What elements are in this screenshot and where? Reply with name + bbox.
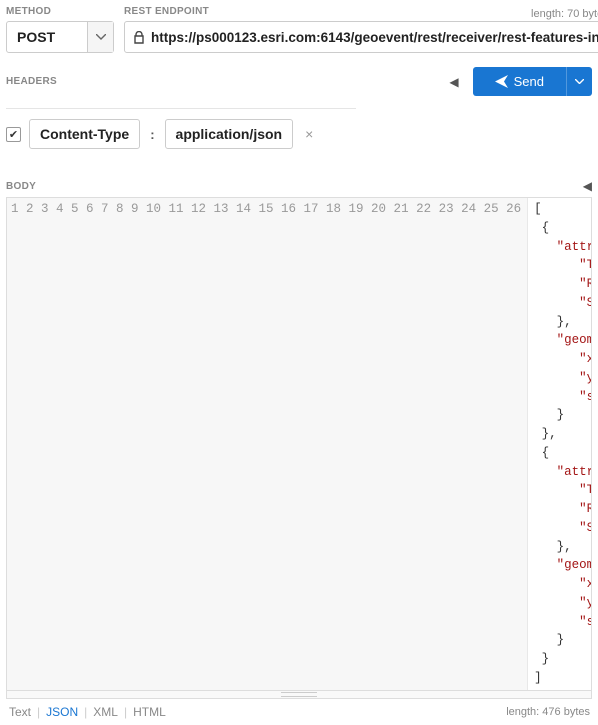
body-editor[interactable]: 1 2 3 4 5 6 7 8 9 10 11 12 13 14 15 16 1…: [6, 197, 592, 691]
header-enabled-checkbox[interactable]: ✔: [6, 127, 21, 142]
format-xml[interactable]: XML: [92, 705, 119, 719]
method-label: METHOD: [6, 6, 114, 17]
chevron-down-icon: [575, 79, 584, 84]
method-select[interactable]: POST: [6, 21, 114, 53]
send-button[interactable]: Send: [473, 67, 566, 96]
send-icon: [495, 75, 508, 88]
collapse-body-icon[interactable]: ◀: [583, 179, 592, 193]
endpoint-length: length: 70 bytes: [531, 8, 598, 20]
header-colon: :: [148, 127, 156, 142]
chevron-down-icon: [96, 34, 106, 40]
format-text[interactable]: Text: [8, 705, 32, 719]
collapse-headers-icon[interactable]: ◀: [449, 75, 458, 89]
body-length: length: 476 bytes: [506, 706, 590, 718]
header-row: ✔ Content-Type : application/json ×: [6, 108, 356, 149]
endpoint-label: REST ENDPOINT: [124, 6, 209, 17]
body-resize-handle[interactable]: [6, 691, 592, 699]
format-json[interactable]: JSON: [45, 705, 79, 719]
method-value: POST: [7, 22, 87, 52]
line-gutter: 1 2 3 4 5 6 7 8 9 10 11 12 13 14 15 16 1…: [7, 198, 528, 690]
header-value-input[interactable]: application/json: [165, 119, 294, 149]
format-html[interactable]: HTML: [132, 705, 167, 719]
send-button-label: Send: [514, 74, 544, 89]
body-label: BODY: [6, 181, 36, 192]
remove-header-button[interactable]: ×: [301, 126, 317, 142]
header-name-input[interactable]: Content-Type: [29, 119, 140, 149]
headers-label: HEADERS: [6, 76, 57, 87]
method-dropdown-button[interactable]: [87, 22, 113, 52]
endpoint-url: https://ps000123.esri.com:6143/geoevent/…: [151, 30, 598, 45]
body-code[interactable]: [ { "attributes": { "TrackID": "AA-1234"…: [528, 198, 591, 690]
lock-icon: [133, 31, 145, 44]
body-format-options: Text | JSON | XML | HTML: [8, 705, 167, 719]
send-dropdown-button[interactable]: [566, 67, 592, 96]
endpoint-input[interactable]: https://ps000123.esri.com:6143/geoevent/…: [124, 21, 598, 53]
